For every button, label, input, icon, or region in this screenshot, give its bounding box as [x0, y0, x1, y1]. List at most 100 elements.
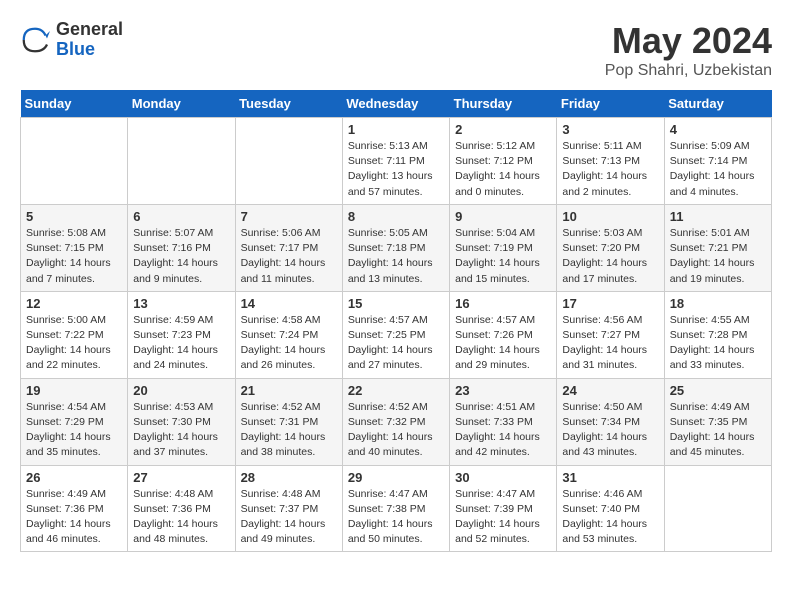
day-number: 30 [455, 470, 551, 485]
day-info: Sunrise: 4:58 AM Sunset: 7:24 PM Dayligh… [241, 313, 337, 374]
day-info: Sunrise: 4:52 AM Sunset: 7:32 PM Dayligh… [348, 400, 444, 461]
calendar-cell: 4 Sunrise: 5:09 AM Sunset: 7:14 PM Daylig… [664, 118, 771, 205]
calendar-cell: 9 Sunrise: 5:04 AM Sunset: 7:19 PM Daylig… [450, 204, 557, 291]
day-number: 8 [348, 209, 444, 224]
logo-icon [20, 25, 50, 55]
day-number: 18 [670, 296, 766, 311]
day-number: 4 [670, 122, 766, 137]
calendar-cell [21, 118, 128, 205]
day-number: 3 [562, 122, 658, 137]
calendar-cell: 14 Sunrise: 4:58 AM Sunset: 7:24 PM Dayli… [235, 291, 342, 378]
calendar-cell: 8Sunrise: 5:05 AM Sunset: 7:18 PM Daylig… [342, 204, 449, 291]
calendar-cell: 12 Sunrise: 5:00 AM Sunset: 7:22 PM Dayli… [21, 291, 128, 378]
day-number: 29 [348, 470, 444, 485]
day-info: Sunrise: 5:00 AM Sunset: 7:22 PM Dayligh… [26, 313, 122, 374]
header-wednesday: Wednesday [342, 90, 449, 118]
calendar-cell: 25Sunrise: 4:49 AM Sunset: 7:35 PM Dayli… [664, 378, 771, 465]
calendar-cell: 22 Sunrise: 4:52 AM Sunset: 7:32 PM Dayli… [342, 378, 449, 465]
header-saturday: Saturday [664, 90, 771, 118]
day-info: Sunrise: 5:01 AM Sunset: 7:21 PM Dayligh… [670, 226, 766, 287]
day-info: Sunrise: 4:51 AM Sunset: 7:33 PM Dayligh… [455, 400, 551, 461]
day-info: Sunrise: 4:48 AM Sunset: 7:36 PM Dayligh… [133, 487, 229, 548]
day-info: Sunrise: 5:04 AM Sunset: 7:19 PM Dayligh… [455, 226, 551, 287]
day-number: 20 [133, 383, 229, 398]
day-number: 23 [455, 383, 551, 398]
calendar-cell: 24 Sunrise: 4:50 AM Sunset: 7:34 PM Dayli… [557, 378, 664, 465]
header-sunday: Sunday [21, 90, 128, 118]
day-number: 14 [241, 296, 337, 311]
day-info: Sunrise: 4:52 AM Sunset: 7:31 PM Dayligh… [241, 400, 337, 461]
calendar-cell: 27Sunrise: 4:48 AM Sunset: 7:36 PM Dayli… [128, 465, 235, 552]
calendar-cell: 5Sunrise: 5:08 AM Sunset: 7:15 PM Daylig… [21, 204, 128, 291]
day-number: 6 [133, 209, 229, 224]
day-info: Sunrise: 4:50 AM Sunset: 7:34 PM Dayligh… [562, 400, 658, 461]
logo-blue-text: Blue [56, 40, 123, 60]
day-info: Sunrise: 5:06 AM Sunset: 7:17 PM Dayligh… [241, 226, 337, 287]
calendar-cell: 23 Sunrise: 4:51 AM Sunset: 7:33 PM Dayli… [450, 378, 557, 465]
calendar-cell: 16Sunrise: 4:57 AM Sunset: 7:26 PM Dayli… [450, 291, 557, 378]
day-number: 9 [455, 209, 551, 224]
day-number: 15 [348, 296, 444, 311]
header-row: SundayMondayTuesdayWednesdayThursdayFrid… [21, 90, 772, 118]
day-info: Sunrise: 5:09 AM Sunset: 7:14 PM Dayligh… [670, 139, 766, 200]
header-monday: Monday [128, 90, 235, 118]
calendar-cell: 6Sunrise: 5:07 AM Sunset: 7:16 PM Daylig… [128, 204, 235, 291]
day-number: 12 [26, 296, 122, 311]
day-number: 17 [562, 296, 658, 311]
calendar-cell: 29 Sunrise: 4:47 AM Sunset: 7:38 PM Dayli… [342, 465, 449, 552]
header-friday: Friday [557, 90, 664, 118]
location: Pop Shahri, Uzbekistan [605, 62, 772, 80]
logo-general-text: General [56, 20, 123, 40]
calendar-cell: 7 Sunrise: 5:06 AM Sunset: 7:17 PM Daylig… [235, 204, 342, 291]
day-info: Sunrise: 4:53 AM Sunset: 7:30 PM Dayligh… [133, 400, 229, 461]
day-number: 5 [26, 209, 122, 224]
day-number: 2 [455, 122, 551, 137]
calendar-header: SundayMondayTuesdayWednesdayThursdayFrid… [21, 90, 772, 118]
calendar-cell: 21 Sunrise: 4:52 AM Sunset: 7:31 PM Dayli… [235, 378, 342, 465]
day-number: 1 [348, 122, 444, 137]
calendar-cell: 17Sunrise: 4:56 AM Sunset: 7:27 PM Dayli… [557, 291, 664, 378]
day-info: Sunrise: 4:59 AM Sunset: 7:23 PM Dayligh… [133, 313, 229, 374]
month-year: May 2024 [605, 20, 772, 62]
day-info: Sunrise: 4:57 AM Sunset: 7:25 PM Dayligh… [348, 313, 444, 374]
week-row-2: 12 Sunrise: 5:00 AM Sunset: 7:22 PM Dayli… [21, 291, 772, 378]
calendar-table: SundayMondayTuesdayWednesdayThursdayFrid… [20, 90, 772, 552]
header-thursday: Thursday [450, 90, 557, 118]
day-number: 28 [241, 470, 337, 485]
day-info: Sunrise: 5:11 AM Sunset: 7:13 PM Dayligh… [562, 139, 658, 200]
calendar-cell [235, 118, 342, 205]
day-number: 21 [241, 383, 337, 398]
calendar-cell: 15 Sunrise: 4:57 AM Sunset: 7:25 PM Dayli… [342, 291, 449, 378]
day-info: Sunrise: 4:46 AM Sunset: 7:40 PM Dayligh… [562, 487, 658, 548]
calendar-body: 1Sunrise: 5:13 AM Sunset: 7:11 PM Daylig… [21, 118, 772, 552]
day-info: Sunrise: 4:49 AM Sunset: 7:35 PM Dayligh… [670, 400, 766, 461]
day-number: 10 [562, 209, 658, 224]
day-info: Sunrise: 5:03 AM Sunset: 7:20 PM Dayligh… [562, 226, 658, 287]
day-info: Sunrise: 4:47 AM Sunset: 7:38 PM Dayligh… [348, 487, 444, 548]
calendar-cell: 2 Sunrise: 5:12 AM Sunset: 7:12 PM Daylig… [450, 118, 557, 205]
week-row-0: 1Sunrise: 5:13 AM Sunset: 7:11 PM Daylig… [21, 118, 772, 205]
logo: General Blue [20, 20, 123, 60]
calendar-cell: 26Sunrise: 4:49 AM Sunset: 7:36 PM Dayli… [21, 465, 128, 552]
day-number: 22 [348, 383, 444, 398]
day-number: 24 [562, 383, 658, 398]
day-info: Sunrise: 5:12 AM Sunset: 7:12 PM Dayligh… [455, 139, 551, 200]
calendar-cell: 20 Sunrise: 4:53 AM Sunset: 7:30 PM Dayli… [128, 378, 235, 465]
week-row-3: 19Sunrise: 4:54 AM Sunset: 7:29 PM Dayli… [21, 378, 772, 465]
day-info: Sunrise: 4:48 AM Sunset: 7:37 PM Dayligh… [241, 487, 337, 548]
header-tuesday: Tuesday [235, 90, 342, 118]
calendar-cell: 10 Sunrise: 5:03 AM Sunset: 7:20 PM Dayli… [557, 204, 664, 291]
calendar-cell: 31 Sunrise: 4:46 AM Sunset: 7:40 PM Dayli… [557, 465, 664, 552]
calendar-cell: 30Sunrise: 4:47 AM Sunset: 7:39 PM Dayli… [450, 465, 557, 552]
day-info: Sunrise: 4:49 AM Sunset: 7:36 PM Dayligh… [26, 487, 122, 548]
day-info: Sunrise: 4:54 AM Sunset: 7:29 PM Dayligh… [26, 400, 122, 461]
day-info: Sunrise: 4:57 AM Sunset: 7:26 PM Dayligh… [455, 313, 551, 374]
logo-text: General Blue [56, 20, 123, 60]
calendar-cell: 13Sunrise: 4:59 AM Sunset: 7:23 PM Dayli… [128, 291, 235, 378]
calendar-cell: 18 Sunrise: 4:55 AM Sunset: 7:28 PM Dayli… [664, 291, 771, 378]
calendar-cell [664, 465, 771, 552]
day-number: 31 [562, 470, 658, 485]
calendar-cell: 28 Sunrise: 4:48 AM Sunset: 7:37 PM Dayli… [235, 465, 342, 552]
day-number: 7 [241, 209, 337, 224]
day-info: Sunrise: 4:55 AM Sunset: 7:28 PM Dayligh… [670, 313, 766, 374]
